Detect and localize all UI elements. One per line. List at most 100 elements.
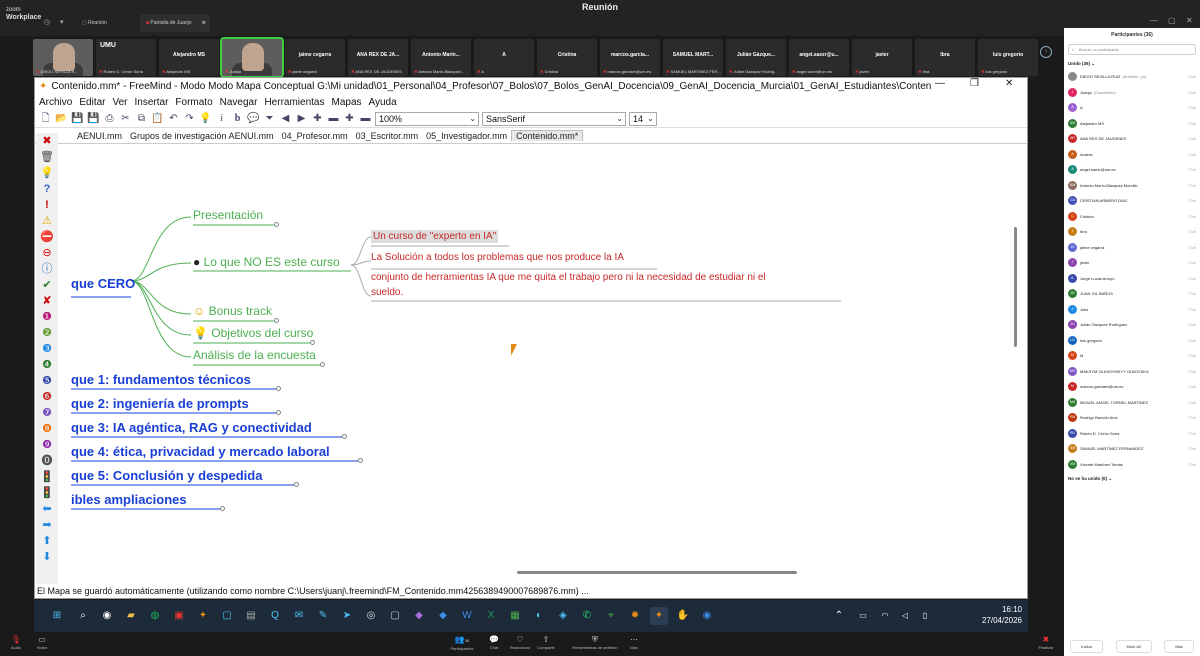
mic-muted-icon[interactable]: 🎙̸ ▭̸ xyxy=(1188,291,1196,296)
participant-row[interactable]: JG JUAN GIL BAÑOS 🎙̸ ▭̸ xyxy=(1064,286,1200,302)
participant-row[interactable]: J Juanjo (Coanfitrión) 🎙̸ ▭̸ xyxy=(1064,85,1200,101)
participant-row[interactable]: A A 🎙̸ ▭̸ xyxy=(1064,100,1200,116)
sheets-icon[interactable]: ▦ xyxy=(506,607,524,625)
question-icon[interactable]: ? xyxy=(36,181,58,197)
mic-muted-icon[interactable]: 🎙̸ ▭̸ xyxy=(1188,74,1196,79)
node-bloque-2[interactable]: que 2: ingeniería de prompts xyxy=(71,396,249,411)
edge-icon[interactable]: ◐ xyxy=(530,607,548,625)
info-icon[interactable]: ⓘ xyxy=(36,261,58,277)
participant-tile[interactable]: Alejandro MS ✖ Alejandro MS xyxy=(159,39,219,76)
remove-icon[interactable]: ✖ xyxy=(36,133,58,149)
maps-icon[interactable]: ⌖ xyxy=(602,607,620,625)
telegram-icon[interactable]: ➤ xyxy=(338,607,356,625)
participant-row[interactable]: CA CRISTIAN ARMERO DIAZ 🎙̸ ▭̸ xyxy=(1064,193,1200,209)
mic-muted-icon[interactable]: 🎙̸ ▭̸ xyxy=(1188,136,1196,141)
app-icon[interactable]: ◈ xyxy=(554,607,572,625)
participant-row[interactable]: MO MAKSYM OLKHOVSKYY OLBOVSKA 🎙̸ ▭̸ xyxy=(1064,364,1200,380)
paste-icon[interactable]: 📋 xyxy=(151,112,164,125)
windows-start-icon[interactable]: ⊞ xyxy=(48,607,66,625)
node-lo-que-no-es[interactable]: ● Lo que NO ES este curso xyxy=(193,255,340,269)
mic-muted-icon[interactable]: 🎙̸ ▭̸ xyxy=(1188,462,1196,467)
app-icon[interactable]: ▢ xyxy=(386,607,404,625)
mic-muted-icon[interactable]: 🎙̸ ▭̸ xyxy=(1188,353,1196,358)
participant-tile[interactable]: ANA REX DE JA... ✖ ANA REX DE JAUDENES xyxy=(348,39,408,76)
menu-item[interactable]: Archivo xyxy=(39,97,72,108)
traffic-light-red-icon[interactable]: 🚦 xyxy=(36,469,58,485)
no-entry-icon[interactable]: ⊖ xyxy=(36,245,58,261)
fold-dot[interactable] xyxy=(342,434,347,439)
app-icon[interactable]: ▣ xyxy=(170,607,188,625)
open-file-icon[interactable]: 📂 xyxy=(55,112,68,125)
notes-app-icon[interactable]: ▤ xyxy=(242,607,260,625)
mic-muted-icon[interactable]: 🎙̸ ▭̸ xyxy=(1188,152,1196,157)
not-joined-section-header[interactable]: No se ha unido (0) ⌄ xyxy=(1064,472,1200,484)
participant-row[interactable]: C Cristina 🎙̸ ▭̸ xyxy=(1064,209,1200,225)
participant-row[interactable]: AM Alejandro MS 🎙̸ ▭̸ xyxy=(1064,116,1200,132)
minimize-icon[interactable]: — xyxy=(1150,16,1158,25)
mic-muted-icon[interactable]: 🎙̸ ▭̸ xyxy=(1188,446,1196,451)
mic-muted-icon[interactable]: 🎙̸ ▭̸ xyxy=(1188,338,1196,343)
zoom-out-icon[interactable]: ▬ xyxy=(359,112,372,125)
save-as-icon[interactable]: 💾 xyxy=(87,112,100,125)
participant-tile[interactable]: Ibra ✖ Ibra xyxy=(915,39,975,76)
participant-tile[interactable]: ✖ Juanjo xyxy=(220,37,284,78)
vertical-scrollbar[interactable] xyxy=(1014,227,1017,347)
participant-row[interactable]: Aangel.saezr@um.es 🎙̸ ▭̸ xyxy=(1064,162,1200,178)
map-tab[interactable]: AENUI.mm xyxy=(73,131,126,141)
fold-dot[interactable] xyxy=(310,340,315,345)
map-tab[interactable]: Grupos de investigación AENUI.mm xyxy=(126,131,278,141)
participant-row[interactable]: VM Vicente Martínez Tomás 🎙̸ ▭̸ xyxy=(1064,457,1200,473)
priority-1-icon[interactable]: ❶ xyxy=(36,309,58,325)
zoom-taskbar-icon[interactable]: ◉ xyxy=(698,607,716,625)
save-icon[interactable]: 💾 xyxy=(71,112,84,125)
console-app-icon[interactable]: ◎ xyxy=(362,607,380,625)
mic-muted-icon[interactable]: 🎙̸ ▭̸ xyxy=(1188,431,1196,436)
bulb-icon[interactable]: 💡 xyxy=(199,112,212,125)
butterfly-app-icon[interactable]: ✦ xyxy=(194,607,212,625)
traffic-light-green-icon[interactable]: 🚦 xyxy=(36,485,58,501)
filter-icon[interactable]: ⏷ xyxy=(263,112,276,125)
video-button[interactable]: ▭ Vídeo xyxy=(22,635,62,650)
priority-7-icon[interactable]: ❼ xyxy=(36,405,58,421)
mic-muted-icon[interactable]: 🎙̸ ▭̸ xyxy=(1188,245,1196,250)
participant-row[interactable]: J Julio 🎙̸ ▭̸ xyxy=(1064,302,1200,318)
arrow-left-icon[interactable]: ⬅ xyxy=(36,501,58,517)
gallery-next-icon[interactable]: › xyxy=(1040,46,1052,58)
fold-dot[interactable] xyxy=(276,410,281,415)
zoom-out-minus-icon[interactable]: ▬ xyxy=(327,112,340,125)
mute-all-button[interactable]: Mute All xyxy=(1115,639,1152,653)
italic-icon[interactable]: i xyxy=(215,112,228,125)
participant-tile[interactable]: javier ✖ javier xyxy=(852,39,912,76)
check-icon[interactable]: ✔ xyxy=(36,277,58,293)
participant-row[interactable]: MA MIGUEL ANGEL TORNEL MARTINEZ 🎙̸ ▭̸ xyxy=(1064,395,1200,411)
back-icon[interactable]: ◀ xyxy=(279,112,292,125)
map-tab[interactable]: Contenido.mm* xyxy=(511,130,584,141)
mic-muted-icon[interactable]: 🎙̸ ▭̸ xyxy=(1188,167,1196,172)
copy-icon[interactable]: ⧉ xyxy=(135,112,148,125)
mic-muted-icon[interactable]: 🎙̸ ▭̸ xyxy=(1188,229,1196,234)
more-button[interactable]: ⋯ Más xyxy=(614,635,654,650)
participant-row[interactable]: I Ibra 🎙̸ ▭̸ xyxy=(1064,224,1200,240)
priority-9-icon[interactable]: ❾ xyxy=(36,437,58,453)
joined-section-header[interactable]: Unido (36) ⌄ xyxy=(1064,57,1200,69)
window-app-icon[interactable]: ▢ xyxy=(218,607,236,625)
participant-row[interactable]: JG Julián Gázquez Rodríguez 🎙̸ ▭̸ xyxy=(1064,317,1200,333)
mic-muted-icon[interactable]: 🎙̸ ▭̸ xyxy=(1188,260,1196,265)
priority-6-icon[interactable]: ❻ xyxy=(36,389,58,405)
share-button[interactable]: ⇧ Compartir xyxy=(526,635,566,650)
maximize-icon[interactable]: ▢ xyxy=(1168,16,1176,25)
mic-muted-icon[interactable]: 🎙̸ ▭̸ xyxy=(1188,105,1196,110)
app-icon[interactable]: ✹ xyxy=(626,607,644,625)
priority-5-icon[interactable]: ❺ xyxy=(36,373,58,389)
mic-muted-icon[interactable]: 🎙̸ ▭̸ xyxy=(1188,369,1196,374)
visual-studio-icon[interactable]: ◆ xyxy=(410,607,428,625)
participant-row[interactable]: DIEGO SEVILLA RUIZ (Anfitrión, yo) 🎙̸ ▭̸ xyxy=(1064,69,1200,85)
note-icon[interactable]: 💬 xyxy=(247,112,260,125)
participant-tile[interactable]: Antonio Marín... ✖ Antonio Marín-Blázquez… xyxy=(411,39,471,76)
arrow-down-icon[interactable]: ⬇ xyxy=(36,549,58,565)
cross-icon[interactable]: ✘ xyxy=(36,293,58,309)
file-explorer-icon[interactable]: ▰ xyxy=(122,607,140,625)
fold-dot[interactable] xyxy=(276,386,281,391)
participant-row[interactable]: RD Rubén D. Cerón Soria 🎙̸ ▭̸ xyxy=(1064,426,1200,442)
freemind-taskbar-icon[interactable]: ✦ xyxy=(650,607,668,625)
